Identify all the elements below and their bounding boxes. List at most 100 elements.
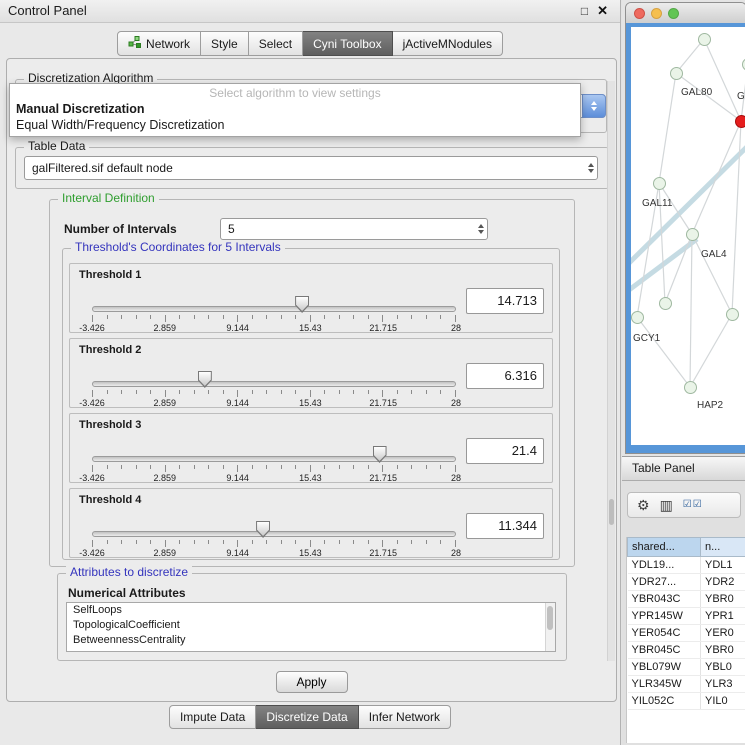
scrollbar-thumb[interactable] xyxy=(609,499,614,525)
table-cell[interactable]: YDR2 xyxy=(701,574,745,591)
tab-label: Impute Data xyxy=(180,710,245,724)
tick-mark xyxy=(237,540,238,547)
slider-track[interactable] xyxy=(92,456,456,462)
table-row[interactable]: YBR043CYBR0 xyxy=(628,591,745,608)
slider-ticks xyxy=(92,315,456,322)
threshold-2-value-field[interactable]: 6.316 xyxy=(466,363,544,389)
table-cell[interactable]: YDL1 xyxy=(701,557,745,574)
table-row[interactable]: YDL19...YDL1 xyxy=(628,557,745,574)
close-light-icon[interactable] xyxy=(634,8,645,19)
table-cell[interactable]: YBR0 xyxy=(701,642,745,659)
network-node[interactable] xyxy=(698,33,711,46)
table-row[interactable]: YIL052CYIL0 xyxy=(628,693,745,710)
tab-cyni-toolbox[interactable]: Cyni Toolbox xyxy=(303,31,392,56)
dropdown-option-manual-discretization[interactable]: Manual Discretization xyxy=(10,101,580,117)
slider-track[interactable] xyxy=(92,531,456,537)
dropdown-option-equal-width-frequency[interactable]: Equal Width/Frequency Discretization xyxy=(10,117,580,133)
table-cell[interactable]: YLR3 xyxy=(701,676,745,693)
table-cell[interactable]: YBL0 xyxy=(701,659,745,676)
column-header-name[interactable]: n... xyxy=(701,538,745,557)
attribute-list-item[interactable]: SelfLoops xyxy=(67,603,555,618)
network-node[interactable] xyxy=(659,297,672,310)
number-of-intervals-label: Number of Intervals xyxy=(64,222,177,236)
table-cell[interactable]: YER0 xyxy=(701,625,745,642)
tab-style[interactable]: Style xyxy=(201,31,249,56)
network-node[interactable] xyxy=(684,381,697,394)
slider-track[interactable] xyxy=(92,381,456,387)
table-row[interactable]: YER054CYER0 xyxy=(628,625,745,642)
tab-select[interactable]: Select xyxy=(249,31,303,56)
minimize-light-icon[interactable] xyxy=(651,8,662,19)
settings-icon[interactable]: ⚙ xyxy=(637,498,650,512)
apply-button[interactable]: Apply xyxy=(276,671,348,693)
threshold-3-slider[interactable]: -3.4262.8599.14415.4321.71528 xyxy=(92,440,456,480)
table-row[interactable]: YDR27...YDR2 xyxy=(628,574,745,591)
tab-infer-network[interactable]: Infer Network xyxy=(359,705,451,729)
tick-mark xyxy=(136,315,137,319)
combo-stepper-icon[interactable] xyxy=(478,219,484,239)
network-node[interactable] xyxy=(726,308,739,321)
threshold-2-slider[interactable]: -3.4262.8599.14415.4321.71528 xyxy=(92,365,456,405)
table-cell[interactable]: YER054C xyxy=(628,625,701,642)
network-node[interactable] xyxy=(670,67,683,80)
table-row[interactable]: YBL079WYBL0 xyxy=(628,659,745,676)
tab-network[interactable]: Network xyxy=(117,31,201,56)
table-cell[interactable]: YPR1 xyxy=(701,608,745,625)
table-cell[interactable]: YBL079W xyxy=(628,659,701,676)
tab-discretize-data[interactable]: Discretize Data xyxy=(256,705,358,729)
control-panel-titlebar[interactable]: Control Panel □ ✕ xyxy=(0,0,620,23)
table-cell[interactable]: YBR0 xyxy=(701,591,745,608)
network-node[interactable] xyxy=(686,228,699,241)
table-row[interactable]: YPR145WYPR1 xyxy=(628,608,745,625)
cyni-panel-body: Discretization Algorithm Select algorith… xyxy=(6,58,617,702)
slider-ticks xyxy=(92,540,456,547)
close-icon[interactable]: ✕ xyxy=(597,3,608,19)
attribute-list-item[interactable]: BetweennessCentrality xyxy=(67,633,555,648)
threshold-1-slider[interactable]: -3.4262.8599.14415.4321.71528 xyxy=(92,290,456,330)
table-cell[interactable]: YDR27... xyxy=(628,574,701,591)
scrollbar-thumb[interactable] xyxy=(547,606,553,630)
table-row[interactable]: YLR345WYLR3 xyxy=(628,676,745,693)
zoom-light-icon[interactable] xyxy=(668,8,679,19)
tab-jactivemnodules[interactable]: jActiveMNodules xyxy=(393,31,503,56)
table-cell[interactable]: YBR045C xyxy=(628,642,701,659)
table-cell[interactable]: YIL052C xyxy=(628,693,701,710)
scale-label: 15.43 xyxy=(299,548,322,558)
table-cell[interactable]: YPR145W xyxy=(628,608,701,625)
threshold-4-slider[interactable]: -3.4262.8599.14415.4321.71528 xyxy=(92,515,456,555)
network-node[interactable] xyxy=(653,177,666,190)
threshold-3-value-field[interactable]: 21.4 xyxy=(466,438,544,464)
float-window-icon[interactable]: □ xyxy=(581,4,588,18)
tick-mark xyxy=(426,390,427,394)
list-scrollbar[interactable] xyxy=(545,603,555,651)
combo-stepper-icon[interactable] xyxy=(588,157,594,179)
select-columns-icon[interactable]: ☑☑ xyxy=(683,500,703,510)
network-canvas[interactable]: GAL80GAGAL11GAL4GCY1HAP2 xyxy=(631,27,745,445)
threshold-1-value-field[interactable]: 14.713 xyxy=(466,288,544,314)
table-cell[interactable]: YLR345W xyxy=(628,676,701,693)
network-node[interactable] xyxy=(735,115,745,128)
table-cell[interactable]: YBR043C xyxy=(628,591,701,608)
network-node[interactable] xyxy=(631,311,644,324)
threshold-4-value-field[interactable]: 11.344 xyxy=(466,513,544,539)
tick-mark xyxy=(107,390,108,394)
node-label: GAL11 xyxy=(642,198,672,209)
tab-impute-data[interactable]: Impute Data xyxy=(169,705,256,729)
slider-track[interactable] xyxy=(92,306,456,312)
column-header-shared-name[interactable]: shared... xyxy=(628,538,701,557)
table-row[interactable]: YBR045CYBR0 xyxy=(628,642,745,659)
tick-mark xyxy=(136,465,137,469)
columns-icon[interactable]: ▥ xyxy=(660,498,673,512)
table-cell[interactable]: YIL0 xyxy=(701,693,745,710)
numerical-attributes-list[interactable]: SelfLoopsTopologicalCoefficientBetweenne… xyxy=(66,602,556,652)
table-data-combobox[interactable]: galFiltered.sif default node xyxy=(24,156,598,180)
combo-stepper-icon[interactable] xyxy=(582,94,606,118)
table-panel-header[interactable]: Table Panel xyxy=(622,456,745,481)
panel-scrollbar[interactable] xyxy=(607,81,615,661)
attribute-list-item[interactable]: TopologicalCoefficient xyxy=(67,618,555,633)
network-window-titlebar[interactable] xyxy=(626,3,745,24)
tick-mark xyxy=(179,390,180,394)
number-of-intervals-combobox[interactable]: 5 xyxy=(220,218,488,240)
tick-mark xyxy=(397,315,398,319)
table-cell[interactable]: YDL19... xyxy=(628,557,701,574)
